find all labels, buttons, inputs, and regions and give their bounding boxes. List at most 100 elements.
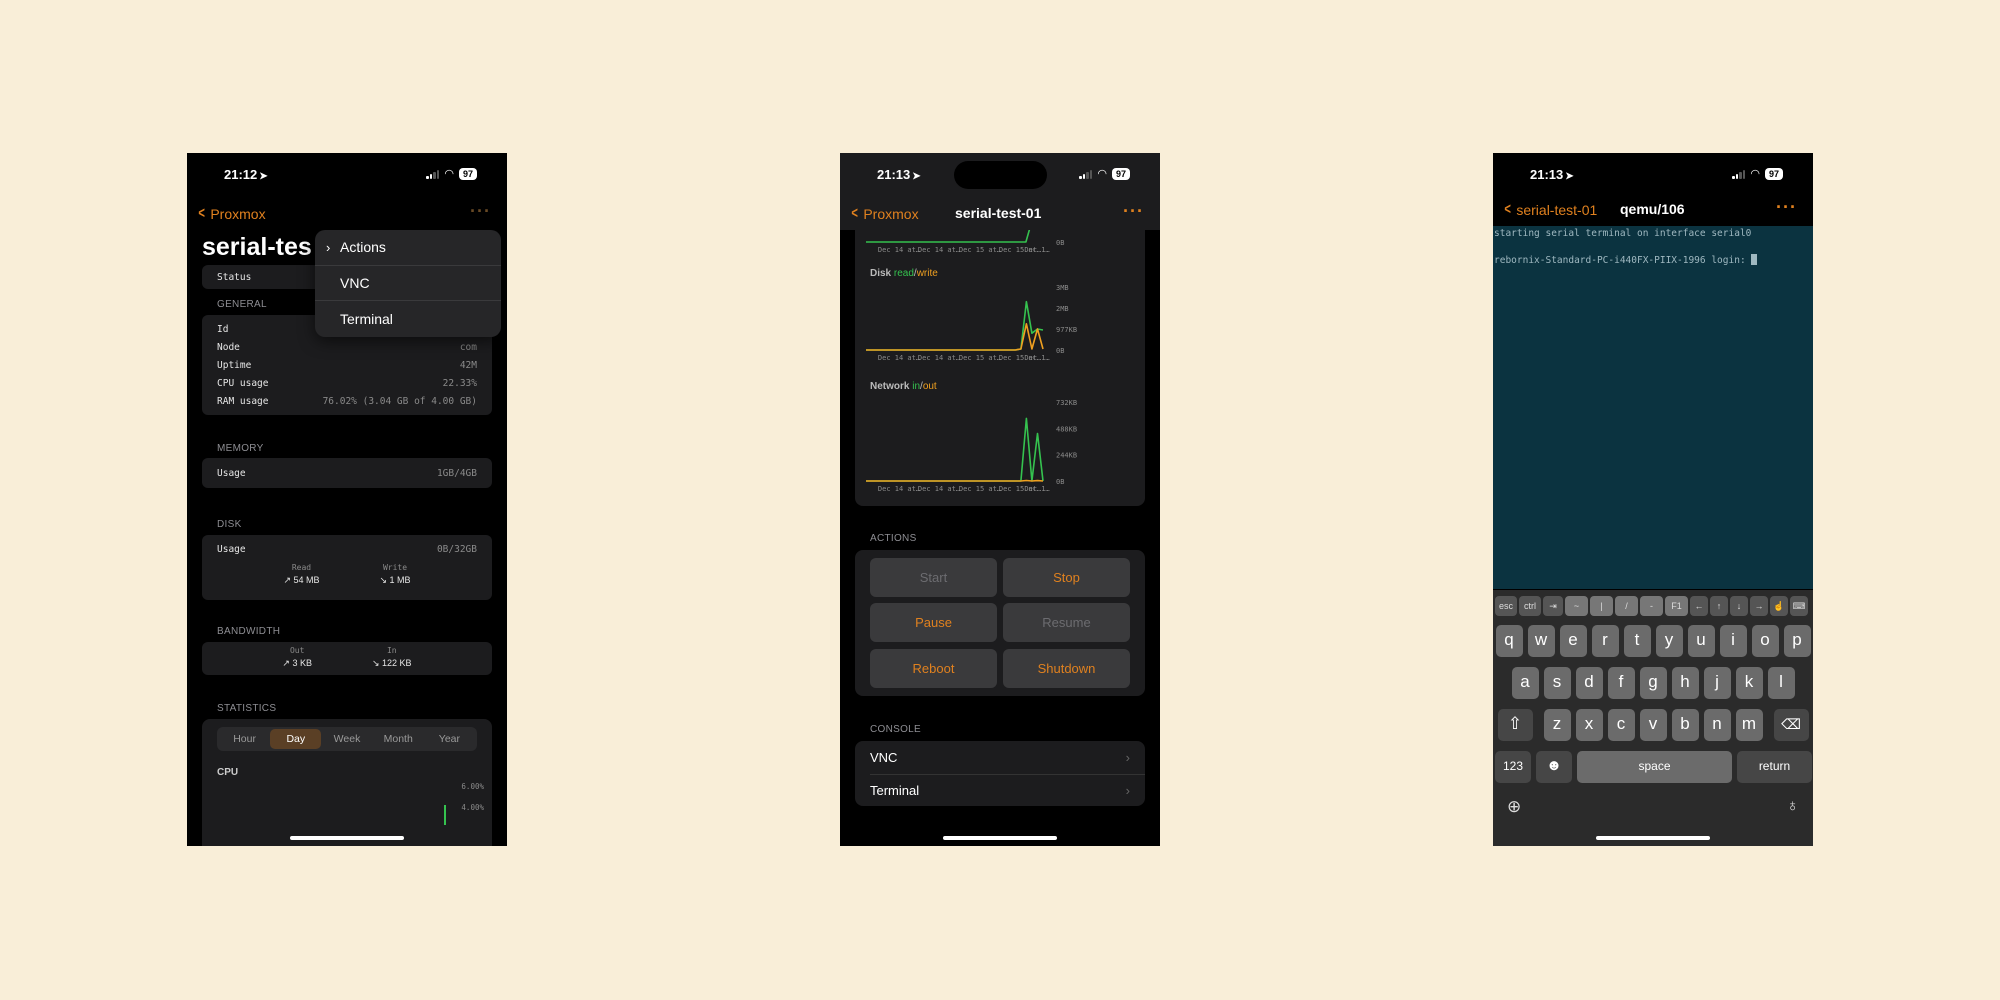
tab-key[interactable]: ⇥: [1543, 596, 1563, 616]
delete-key[interactable]: ⌫: [1773, 709, 1809, 741]
ctrl-key[interactable]: ctrl: [1519, 596, 1541, 616]
stop-button[interactable]: Stop: [1003, 558, 1130, 597]
terminal-cursor: [1751, 254, 1758, 265]
key-p[interactable]: p: [1783, 625, 1811, 657]
y-tick-label: 488KB: [1056, 425, 1077, 433]
x-tick-label: Dec 15 at…: [959, 485, 1001, 493]
key-j[interactable]: j: [1703, 667, 1731, 699]
clock: 21:12 ➤: [224, 167, 268, 182]
y-tick-label: 0B: [1056, 239, 1064, 247]
f1-key[interactable]: F1: [1665, 596, 1688, 616]
back-button[interactable]: < Proxmox: [850, 205, 918, 223]
arrow-left-key[interactable]: ←: [1690, 596, 1708, 616]
key-f[interactable]: f: [1607, 667, 1635, 699]
arrow-down-key[interactable]: ↓: [1730, 596, 1748, 616]
section-header-disk: DISK: [217, 519, 242, 530]
start-button[interactable]: Start: [870, 558, 997, 597]
key-n[interactable]: n: [1703, 709, 1731, 741]
key-g[interactable]: g: [1639, 667, 1667, 699]
more-menu-button[interactable]: ···: [1776, 197, 1797, 218]
more-menu-button[interactable]: ···: [1123, 201, 1144, 222]
pause-button[interactable]: Pause: [870, 603, 997, 642]
return-key[interactable]: return: [1737, 751, 1812, 783]
key-v[interactable]: v: [1639, 709, 1667, 741]
page-title: serial-tes: [202, 233, 312, 261]
esc-key[interactable]: esc: [1495, 596, 1517, 616]
section-header-statistics: STATISTICS: [217, 703, 277, 714]
section-header-bandwidth: BANDWIDTH: [217, 626, 281, 637]
bandwidth-in: In ↘ 122 KB: [371, 646, 412, 668]
shift-key[interactable]: ⇧: [1497, 709, 1533, 741]
key-h[interactable]: h: [1671, 667, 1699, 699]
microphone-icon[interactable]: ♁: [1786, 796, 1799, 816]
console-terminal-row[interactable]: Terminal ›: [870, 773, 1145, 807]
key-z[interactable]: z: [1543, 709, 1571, 741]
tab-hour[interactable]: Hour: [219, 729, 270, 749]
space-key[interactable]: space: [1577, 751, 1732, 783]
key-b[interactable]: b: [1671, 709, 1699, 741]
key-r[interactable]: r: [1591, 625, 1619, 657]
back-button[interactable]: < Proxmox: [197, 205, 265, 223]
slash-key[interactable]: /: [1615, 596, 1638, 616]
key-w[interactable]: w: [1527, 625, 1555, 657]
context-menu: › Actions VNC Terminal: [315, 230, 501, 337]
keyboard-row: asdfghjkl: [1493, 667, 1813, 699]
key-u[interactable]: u: [1687, 625, 1715, 657]
phone-screen-vm-actions: 954MB0BDec 14 at…Dec 14 at…Dec 15 at…Dec…: [840, 153, 1160, 846]
key-c[interactable]: c: [1607, 709, 1635, 741]
key-l[interactable]: l: [1767, 667, 1795, 699]
key-o[interactable]: o: [1751, 625, 1779, 657]
network-chart-title: Network in/out: [870, 381, 937, 392]
disk-chart: 3MB2MB977KB0BDec 14 at…Dec 14 at…Dec 15 …: [866, 284, 1077, 362]
key-a[interactable]: a: [1511, 667, 1539, 699]
x-tick-label: Dec 14 at…: [878, 485, 920, 493]
statistics-card: Hour Day Week Month Year CPU 6.00% 4.00%: [202, 719, 492, 846]
cpu-chart-title: CPU: [217, 767, 239, 778]
keyboard-hide-icon[interactable]: ⌨: [1790, 596, 1808, 616]
menu-item-vnc[interactable]: VNC: [315, 266, 501, 302]
section-header-general: GENERAL: [217, 299, 267, 310]
info-row: CPU usage 22.33%: [217, 377, 477, 389]
wifi-icon: ◠: [1097, 167, 1107, 180]
globe-icon[interactable]: ⊕: [1507, 797, 1521, 817]
tab-day[interactable]: Day: [270, 729, 322, 749]
location-arrow-icon: ➤: [1565, 171, 1574, 182]
key-i[interactable]: i: [1719, 625, 1747, 657]
key-e[interactable]: e: [1559, 625, 1587, 657]
dash-key[interactable]: -: [1640, 596, 1663, 616]
key-y[interactable]: y: [1655, 625, 1683, 657]
more-menu-button[interactable]: ···: [470, 201, 491, 222]
terminal-output[interactable]: starting serial terminal on interface se…: [1493, 226, 1813, 589]
shutdown-button[interactable]: Shutdown: [1003, 649, 1130, 688]
key-t[interactable]: t: [1623, 625, 1651, 657]
reboot-button[interactable]: Reboot: [870, 649, 997, 688]
nav-bar: < Proxmox serial-test-01 ···: [840, 197, 1160, 233]
back-button[interactable]: < serial-test-01: [1503, 201, 1597, 219]
keyboard-row: 123 ☻ space return: [1493, 751, 1813, 783]
tab-month[interactable]: Month: [373, 729, 424, 749]
nav-bar-background: 21:13 ➤ ◠ 97 < Proxmox serial-test-01 ···: [840, 153, 1160, 230]
menu-item-terminal[interactable]: Terminal: [315, 301, 501, 337]
tab-week[interactable]: Week: [321, 729, 372, 749]
resume-button[interactable]: Resume: [1003, 603, 1130, 642]
key-m[interactable]: m: [1735, 709, 1763, 741]
chevron-right-icon: ›: [1125, 782, 1130, 798]
pipe-key[interactable]: |: [1590, 596, 1613, 616]
tilde-key[interactable]: ~: [1565, 596, 1588, 616]
touch-hand-icon[interactable]: ☝: [1770, 596, 1788, 616]
menu-item-actions[interactable]: › Actions: [315, 230, 501, 266]
console-card: VNC › Terminal ›: [855, 741, 1145, 806]
arrow-right-key[interactable]: →: [1750, 596, 1768, 616]
arrow-up-key[interactable]: ↑: [1710, 596, 1728, 616]
key-x[interactable]: x: [1575, 709, 1603, 741]
key-q[interactable]: q: [1495, 625, 1523, 657]
numbers-key[interactable]: 123: [1495, 751, 1531, 783]
key-s[interactable]: s: [1543, 667, 1571, 699]
emoji-key[interactable]: ☻: [1536, 751, 1572, 783]
tab-year[interactable]: Year: [424, 729, 475, 749]
keyboard-row: qwertyuiop: [1493, 625, 1813, 657]
key-d[interactable]: d: [1575, 667, 1603, 699]
console-vnc-row[interactable]: VNC ›: [855, 741, 1145, 774]
nav-bar: < Proxmox ···: [187, 197, 507, 233]
key-k[interactable]: k: [1735, 667, 1763, 699]
